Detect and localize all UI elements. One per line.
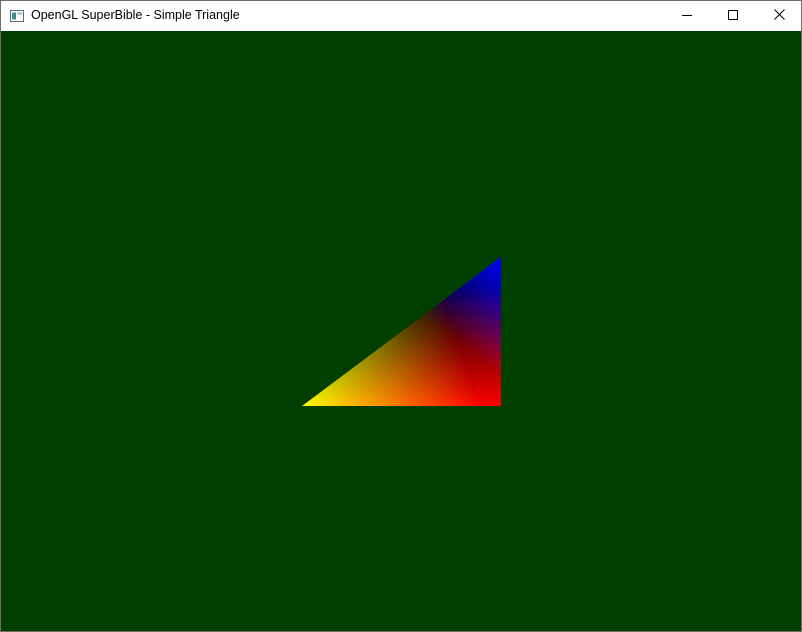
maximize-icon xyxy=(728,7,738,25)
title-bar[interactable]: OpenGL SuperBible - Simple Triangle xyxy=(1,1,801,31)
window-title: OpenGL SuperBible - Simple Triangle xyxy=(31,8,240,22)
minimize-icon xyxy=(682,7,692,25)
close-icon xyxy=(773,7,785,25)
application-window-icon[interactable] xyxy=(10,9,24,22)
clear-color-background xyxy=(1,31,801,631)
render-area[interactable] xyxy=(1,31,801,631)
app-window: OpenGL SuperBible - Simple Triangle xyxy=(0,0,802,632)
opengl-viewport xyxy=(1,31,801,631)
maximize-button[interactable] xyxy=(710,1,756,31)
minimize-button[interactable] xyxy=(664,1,710,31)
close-button[interactable] xyxy=(756,1,802,31)
